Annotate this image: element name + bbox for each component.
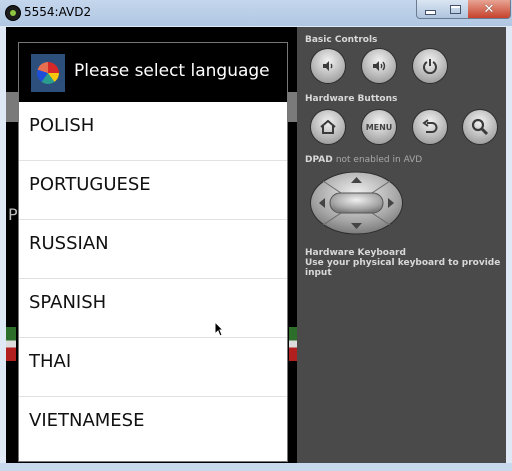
language-item-portuguese[interactable]: PORTUGUESE xyxy=(19,161,287,220)
basic-controls-label: Basic Controls xyxy=(305,35,378,45)
language-list: POLISH PORTUGUESE RUSSIAN SPANISH THAI V… xyxy=(19,102,287,455)
volume-down-button[interactable] xyxy=(311,49,345,83)
close-icon: ✕ xyxy=(483,1,495,17)
globe-icon xyxy=(31,54,65,92)
hardware-keyboard-hint: Use your physical keyboard to provide in… xyxy=(305,258,501,278)
home-icon xyxy=(320,119,336,134)
cursor-icon xyxy=(214,321,224,337)
dpad-note: not enabled in AVD xyxy=(335,155,423,165)
close-button[interactable]: ✕ xyxy=(468,0,511,19)
language-label: THAI xyxy=(29,351,72,372)
power-button[interactable] xyxy=(413,49,447,83)
language-label: POLISH xyxy=(29,115,95,136)
dialog-title: Please select language xyxy=(74,61,270,81)
language-label: PORTUGUESE xyxy=(29,174,151,195)
minimize-icon xyxy=(424,10,436,15)
dialog-header: Please select language xyxy=(19,43,287,102)
power-icon xyxy=(423,59,437,74)
volume-down-icon xyxy=(323,61,333,71)
emulator-control-panel xyxy=(297,27,506,463)
hardware-keyboard-label: Hardware Keyboard xyxy=(305,248,406,258)
hardware-buttons-label: Hardware Buttons xyxy=(305,94,398,104)
window-title-bar[interactable]: 5554:AVD2 ✕ xyxy=(0,0,512,26)
maximize-button[interactable] xyxy=(442,0,469,19)
search-button[interactable] xyxy=(463,110,497,144)
minimize-button[interactable] xyxy=(416,0,444,19)
home-button[interactable] xyxy=(311,110,345,144)
language-label: SPANISH xyxy=(29,292,107,313)
dpad-title: DPAD xyxy=(305,155,333,165)
language-item-spanish[interactable]: SPANISH xyxy=(19,279,287,338)
background-flag-left xyxy=(6,327,16,361)
device-screen[interactable]: P Please select language POLISH PORTUGUE… xyxy=(6,27,297,463)
volume-up-icon xyxy=(373,61,386,71)
language-label: VIETNAMESE xyxy=(29,410,145,431)
language-item-russian[interactable]: RUSSIAN xyxy=(19,220,287,279)
dpad-label: DPAD not enabled in AVD xyxy=(305,155,422,165)
menu-button-label: MENU xyxy=(365,122,393,132)
menu-button[interactable]: MENU xyxy=(362,110,396,144)
background-partial-text: P xyxy=(8,205,18,224)
back-icon xyxy=(422,119,438,133)
language-item-vietnamese[interactable]: VIETNAMESE xyxy=(19,397,287,455)
back-button[interactable] xyxy=(413,110,447,144)
language-item-thai[interactable]: THAI xyxy=(19,338,287,397)
language-label: RUSSIAN xyxy=(29,233,109,254)
background-flag-right xyxy=(289,327,297,361)
language-dialog: Please select language POLISH PORTUGUESE… xyxy=(18,42,288,462)
dpad-icon[interactable] xyxy=(309,171,404,235)
window-bottom-border xyxy=(0,463,512,471)
app-icon xyxy=(5,5,21,21)
volume-up-button[interactable] xyxy=(362,49,396,83)
maximize-icon xyxy=(449,4,461,14)
language-item-polish[interactable]: POLISH xyxy=(19,102,287,161)
search-icon xyxy=(471,118,489,136)
window-title: 5554:AVD2 xyxy=(24,5,92,19)
